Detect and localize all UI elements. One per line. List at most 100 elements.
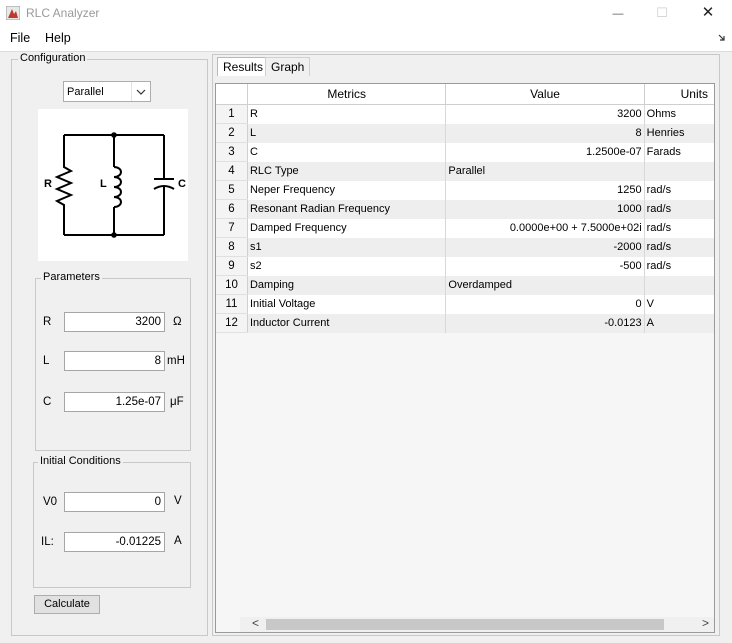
value-cell[interactable]: Overdamped xyxy=(445,275,645,295)
close-button[interactable]: ✕ xyxy=(688,2,728,24)
value-cell[interactable]: -2000 xyxy=(445,237,645,257)
calculate-button[interactable]: Calculate xyxy=(34,595,100,614)
value-cell[interactable]: 1250 xyxy=(445,180,645,200)
menu-file[interactable]: File xyxy=(10,31,30,45)
table-row: 9 s2 -500 rad/s xyxy=(216,256,714,276)
resistor-label: R xyxy=(44,178,52,190)
results-table-container: Metrics Value Units 1 R 3200 Ohms 2 L 8 Henrie… xyxy=(215,83,715,633)
chevron-down-icon xyxy=(131,82,150,101)
row-number: 4 xyxy=(216,161,248,181)
unit-cell[interactable]: Farads xyxy=(644,142,714,162)
row-number: 5 xyxy=(216,180,248,200)
table-row: 2 L 8 Henries xyxy=(216,123,714,143)
metric-cell[interactable]: s2 xyxy=(247,256,447,276)
value-cell[interactable]: Parallel xyxy=(445,161,645,181)
value-column-header[interactable]: Value xyxy=(445,84,645,105)
table-header-row: Metrics Value Units xyxy=(216,84,714,105)
unit-cell[interactable]: rad/s xyxy=(644,256,714,276)
row-number: 1 xyxy=(216,104,248,124)
row-number: 9 xyxy=(216,256,248,276)
unit-cell[interactable]: V xyxy=(644,294,714,314)
scroll-right-icon[interactable]: > xyxy=(702,616,709,630)
minimize-button[interactable]: — xyxy=(598,2,638,24)
metric-cell[interactable]: Resonant Radian Frequency xyxy=(247,199,447,219)
value-cell[interactable]: -0.0123 xyxy=(445,313,645,333)
metric-cell[interactable]: L xyxy=(247,123,447,143)
results-table: Metrics Value Units 1 R 3200 Ohms 2 L 8 Henrie… xyxy=(216,84,714,333)
v0-label: V0 xyxy=(43,496,58,508)
table-row: 11 Initial Voltage 0 V xyxy=(216,294,714,314)
metric-cell[interactable]: RLC Type xyxy=(247,161,447,181)
il-unit: A xyxy=(174,535,182,547)
row-number: 3 xyxy=(216,142,248,162)
il-input[interactable]: -0.01225 xyxy=(64,532,165,552)
menu-bar xyxy=(0,27,732,52)
metric-cell[interactable]: Inductor Current xyxy=(247,313,447,333)
l-input[interactable]: 8 xyxy=(64,351,165,371)
row-number: 2 xyxy=(216,123,248,143)
value-cell[interactable]: 1000 xyxy=(445,199,645,219)
r-label: R xyxy=(43,316,52,328)
metrics-column-header[interactable]: Metrics xyxy=(247,84,447,105)
r-input[interactable]: 3200 xyxy=(64,312,165,332)
value-cell[interactable]: 0.0000e+00 + 7.5000e+02i xyxy=(445,218,645,238)
minimize-icon: — xyxy=(612,8,624,20)
table-row: 8 s1 -2000 rad/s xyxy=(216,237,714,257)
row-number: 10 xyxy=(216,275,248,295)
metric-cell[interactable]: Damped Frequency xyxy=(247,218,447,238)
menu-help[interactable]: Help xyxy=(45,31,71,45)
v0-input[interactable]: 0 xyxy=(64,492,165,512)
parallel-rlc-schematic: R L C xyxy=(44,132,186,238)
table-row: 1 R 3200 Ohms xyxy=(216,104,714,124)
r-unit: Ω xyxy=(173,316,182,328)
row-number: 12 xyxy=(216,313,248,333)
c-label: C xyxy=(43,396,52,408)
unit-cell[interactable]: rad/s xyxy=(644,199,714,219)
table-corner-header xyxy=(216,84,248,105)
scrollbar-thumb[interactable] xyxy=(266,619,664,630)
undock-icon[interactable] xyxy=(718,34,726,42)
unit-cell[interactable]: rad/s xyxy=(644,237,714,257)
metric-cell[interactable]: C xyxy=(247,142,447,162)
l-label: L xyxy=(43,355,50,367)
row-number: 11 xyxy=(216,294,248,314)
unit-cell[interactable]: Henries xyxy=(644,123,714,143)
row-number: 6 xyxy=(216,199,248,219)
unit-cell[interactable]: rad/s xyxy=(644,218,714,238)
c-input[interactable]: 1.25e-07 xyxy=(64,392,165,412)
units-column-header[interactable]: Units xyxy=(644,84,714,105)
unit-cell[interactable]: Ohms xyxy=(644,104,714,124)
table-row: 7 Damped Frequency 0.0000e+00 + 7.5000e+02… xyxy=(216,218,714,238)
tab-results[interactable]: Results xyxy=(217,57,270,76)
circuit-diagram: R L C xyxy=(38,109,188,261)
unit-cell[interactable] xyxy=(644,161,714,181)
metric-cell[interactable]: s1 xyxy=(247,237,447,257)
row-number: 7 xyxy=(216,218,248,238)
scroll-left-icon[interactable]: < xyxy=(252,616,259,630)
unit-cell[interactable]: rad/s xyxy=(644,180,714,200)
unit-cell[interactable] xyxy=(644,275,714,295)
value-cell[interactable]: -500 xyxy=(445,256,645,276)
metric-cell[interactable]: Neper Frequency xyxy=(247,180,447,200)
table-row: 12 Inductor Current -0.0123 A xyxy=(216,313,714,333)
value-cell[interactable]: 3200 xyxy=(445,104,645,124)
tab-graph[interactable]: Graph xyxy=(265,57,311,76)
metric-cell[interactable]: R xyxy=(247,104,447,124)
rlc-type-value: Parallel xyxy=(67,86,104,98)
rlc-type-dropdown[interactable]: Parallel xyxy=(63,81,151,102)
c-unit: μF xyxy=(170,396,184,408)
maximize-icon: ☐ xyxy=(656,5,668,20)
l-unit: mH xyxy=(167,355,185,367)
il-label: IL: xyxy=(41,536,54,548)
maximize-button[interactable]: ☐ xyxy=(642,2,682,24)
window-title: RLC Analyzer xyxy=(26,6,100,20)
app-icon xyxy=(6,6,20,20)
capacitor-label: C xyxy=(178,178,186,190)
value-cell[interactable]: 0 xyxy=(445,294,645,314)
value-cell[interactable]: 1.2500e-07 xyxy=(445,142,645,162)
initial-conditions-panel: Initial Conditions xyxy=(33,455,191,588)
value-cell[interactable]: 8 xyxy=(445,123,645,143)
metric-cell[interactable]: Initial Voltage xyxy=(247,294,447,314)
unit-cell[interactable]: A xyxy=(644,313,714,333)
metric-cell[interactable]: Damping xyxy=(247,275,447,295)
